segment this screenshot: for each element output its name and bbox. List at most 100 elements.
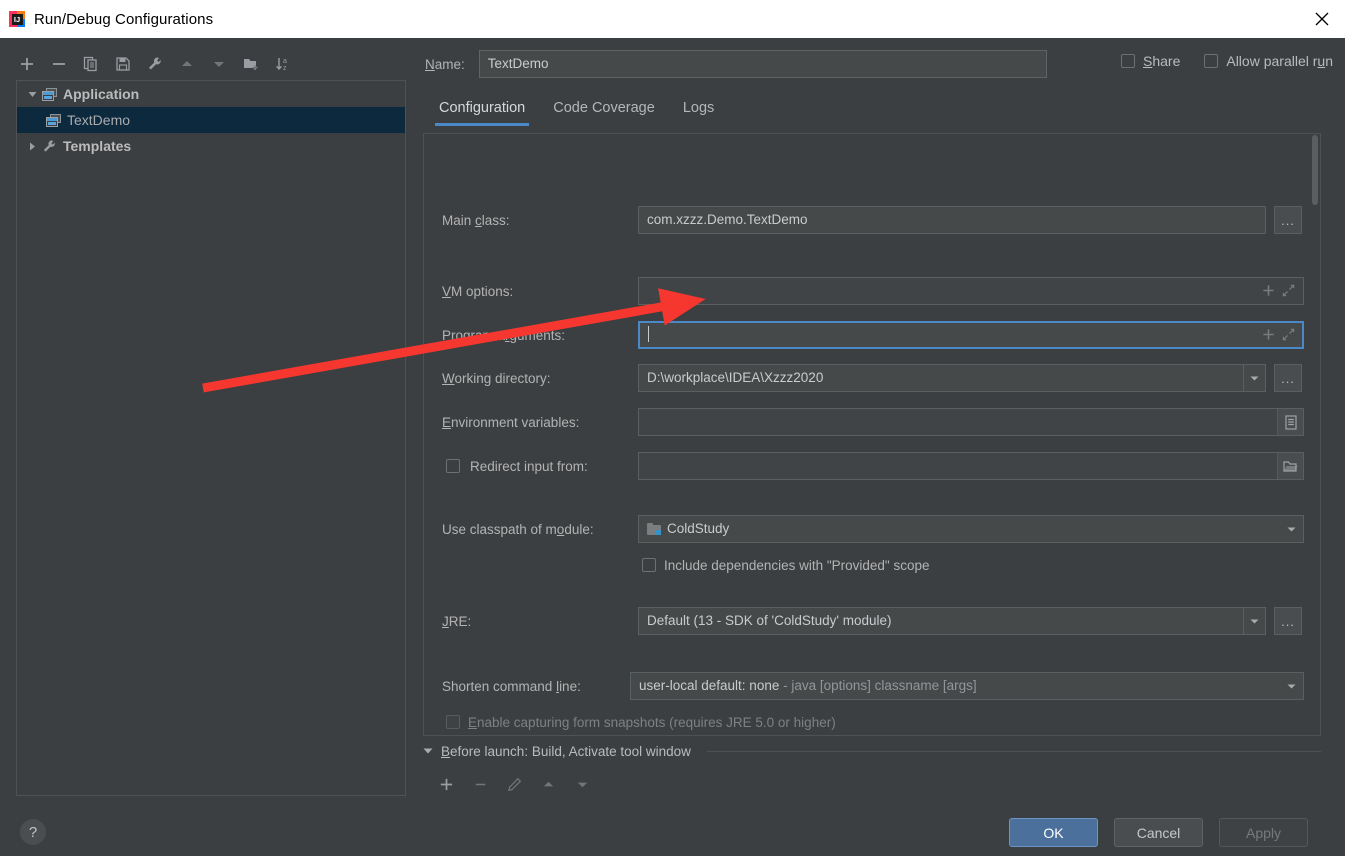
working-directory-browse-button[interactable]: ... <box>1274 364 1302 392</box>
environment-variables-input[interactable] <box>638 408 1304 436</box>
tree-item-textdemo[interactable]: TextDemo <box>17 107 405 133</box>
new-folder-icon[interactable] <box>240 53 262 75</box>
program-arguments-label: Program arguments: <box>442 328 566 343</box>
main-class-input[interactable]: com.xzzz.Demo.TextDemo <box>638 206 1266 234</box>
program-arguments-input[interactable] <box>638 321 1304 349</box>
vm-options-label: VM options: <box>442 284 514 299</box>
classpath-module-dropdown-arrow[interactable] <box>1280 516 1302 542</box>
expand-icon[interactable] <box>1282 284 1295 300</box>
tab-logs[interactable]: Logs <box>669 96 728 126</box>
wrench-icon <box>41 138 58 154</box>
sidebar-toolbar: a z <box>16 48 294 80</box>
env-list-icon[interactable] <box>1277 409 1303 435</box>
save-configuration-button[interactable] <box>112 53 134 75</box>
chevron-down-icon[interactable] <box>423 744 433 759</box>
tree-item-label: TextDemo <box>67 112 131 128</box>
name-row: Name: TextDemo <box>425 50 1047 78</box>
working-directory-dropdown-arrow[interactable] <box>1243 365 1265 391</box>
close-icon[interactable] <box>1299 0 1345 38</box>
run-debug-configurations-dialog: a z Application TextDemo Templates Name:… <box>0 38 1345 856</box>
configuration-pane-scrollbar[interactable] <box>1311 135 1319 735</box>
tab-code-coverage[interactable]: Code Coverage <box>539 96 669 126</box>
share-checkbox-box[interactable] <box>1120 54 1135 68</box>
before-launch-section: Before launch: Build, Activate tool wind… <box>423 744 1321 795</box>
before-launch-toolbar <box>435 773 1321 795</box>
folder-open-icon[interactable] <box>1277 453 1303 479</box>
plus-icon[interactable] <box>1262 284 1275 300</box>
window-title: Run/Debug Configurations <box>34 10 214 28</box>
module-folder-icon <box>647 523 661 535</box>
share-checkbox[interactable]: Share <box>1120 53 1180 69</box>
move-down-button[interactable] <box>208 53 230 75</box>
allow-parallel-run-checkbox-box[interactable] <box>1204 54 1219 68</box>
plus-icon[interactable] <box>1262 328 1275 344</box>
redirect-input-input[interactable] <box>638 452 1304 480</box>
allow-parallel-run-checkbox[interactable]: Allow parallel run <box>1204 53 1333 69</box>
ok-button[interactable]: OK <box>1009 818 1098 847</box>
tab-configuration[interactable]: Configuration <box>425 96 539 126</box>
vm-options-input[interactable] <box>638 277 1304 305</box>
capture-snapshots-checkbox[interactable] <box>446 715 460 729</box>
application-window-icon <box>41 86 58 102</box>
before-launch-move-up-button[interactable] <box>537 773 559 795</box>
before-launch-remove-button[interactable] <box>469 773 491 795</box>
sort-alphabetical-icon[interactable]: a z <box>272 53 294 75</box>
configurations-tree[interactable]: Application TextDemo Templates <box>16 80 406 796</box>
jre-dropdown-arrow[interactable] <box>1243 608 1265 634</box>
help-button[interactable]: ? <box>20 819 46 845</box>
shorten-command-line-dropdown-arrow[interactable] <box>1280 673 1302 699</box>
tree-item-templates[interactable]: Templates <box>17 133 405 159</box>
shorten-command-line-hint: - java [options] classname [args] <box>779 678 977 693</box>
include-provided-label: Include dependencies with "Provided" sco… <box>664 558 930 573</box>
jre-label: JRE: <box>442 614 472 629</box>
wrench-icon[interactable] <box>144 53 166 75</box>
classpath-module-value: ColdStudy <box>667 521 730 536</box>
configuration-editor-panel: Name: TextDemo Share Allow parallel run … <box>415 38 1345 808</box>
jre-combo[interactable]: Default (13 - SDK of 'ColdStudy' module) <box>638 607 1266 635</box>
allow-parallel-run-checkbox-label: Allow parallel run <box>1226 53 1333 69</box>
cancel-button[interactable]: Cancel <box>1114 818 1203 847</box>
title-bar: IJ Run/Debug Configurations <box>0 0 1345 38</box>
jre-browse-button[interactable]: ... <box>1274 607 1302 635</box>
chevron-right-icon[interactable] <box>23 133 41 159</box>
config-options-row: Share Allow parallel run <box>1120 53 1333 69</box>
svg-text:a: a <box>283 58 287 65</box>
svg-text:z: z <box>283 65 287 72</box>
shorten-command-line-label: Shorten command line: <box>442 679 581 694</box>
tree-item-label: Templates <box>63 138 132 154</box>
shorten-command-line-value: user-local default: none <box>639 678 780 693</box>
redirect-input-label: Redirect input from: <box>470 459 588 474</box>
vm-options-field-actions <box>1262 284 1295 300</box>
shorten-command-line-combo[interactable]: user-local default: none - java [options… <box>630 672 1304 700</box>
application-window-icon <box>45 112 62 128</box>
name-label: Name: <box>425 56 465 72</box>
main-class-browse-button[interactable]: ... <box>1274 206 1302 234</box>
remove-configuration-button[interactable] <box>48 53 70 75</box>
move-up-button[interactable] <box>176 53 198 75</box>
before-launch-title: Before launch: Build, Activate tool wind… <box>441 744 691 759</box>
environment-variables-label: Environment variables: <box>442 415 580 430</box>
include-provided-checkbox[interactable] <box>642 558 656 572</box>
working-directory-input[interactable]: D:\workplace\IDEA\Xzzz2020 <box>638 364 1266 392</box>
name-input[interactable]: TextDemo <box>478 50 1047 78</box>
before-launch-header[interactable]: Before launch: Build, Activate tool wind… <box>423 744 1321 759</box>
classpath-module-label: Use classpath of module: <box>442 522 594 537</box>
copy-configuration-button[interactable] <box>80 53 102 75</box>
add-configuration-button[interactable] <box>16 53 38 75</box>
chevron-down-icon[interactable] <box>23 81 41 107</box>
editor-tabs: Configuration Code Coverage Logs <box>425 96 728 126</box>
apply-button[interactable]: Apply <box>1219 818 1308 847</box>
configuration-tab-content: Main class: com.xzzz.Demo.TextDemo ... V… <box>423 133 1321 736</box>
program-arguments-field-actions <box>1262 328 1295 344</box>
before-launch-edit-pencil-icon[interactable] <box>503 773 525 795</box>
tree-item-application[interactable]: Application <box>17 81 405 107</box>
before-launch-move-down-button[interactable] <box>571 773 593 795</box>
configurations-sidebar: a z Application TextDemo Templates <box>0 38 410 808</box>
before-launch-add-button[interactable] <box>435 773 457 795</box>
expand-icon[interactable] <box>1282 328 1295 344</box>
classpath-module-combo[interactable]: ColdStudy <box>638 515 1304 543</box>
working-directory-label: Working directory: <box>442 371 551 386</box>
redirect-input-checkbox[interactable] <box>446 459 460 473</box>
scrollbar-thumb[interactable] <box>1312 135 1318 205</box>
capture-snapshots-label: Enable capturing form snapshots (require… <box>468 715 836 730</box>
